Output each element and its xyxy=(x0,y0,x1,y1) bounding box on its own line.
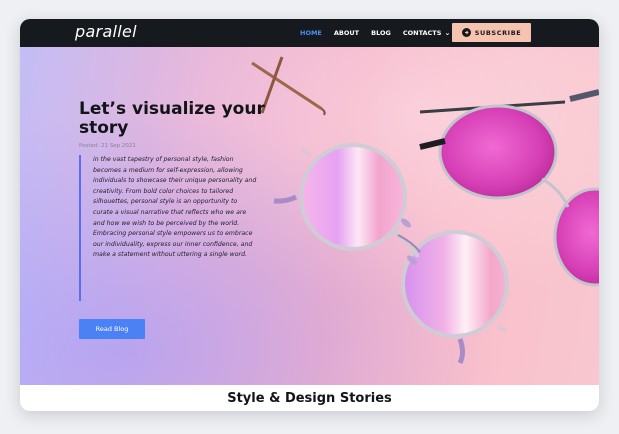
hero-quote: in the vast tapestry of personal style, … xyxy=(79,155,259,301)
nav-link-contacts-label: CONTACTS xyxy=(402,29,442,37)
subscribe-label: SUBSCRIBE xyxy=(474,28,522,37)
post-date: Posted: 21 Sep 2021 xyxy=(79,143,136,149)
hero-title: Let’s visualize your story xyxy=(79,99,265,138)
hero-quote-text: in the vast tapestry of personal style, … xyxy=(93,156,257,259)
subscribe-button[interactable]: SUBSCRIBE xyxy=(452,23,531,42)
top-navbar: parallel HOME ABOUT BLOG CONTACTS ⌄ SUBSC… xyxy=(20,19,599,47)
chevron-down-icon: ⌄ xyxy=(444,29,451,37)
arrow-right-icon xyxy=(461,28,471,37)
nav-link-home[interactable]: HOME xyxy=(300,29,322,37)
nav-links: HOME ABOUT BLOG CONTACTS ⌄ xyxy=(300,19,462,47)
nav-link-blog[interactable]: BLOG xyxy=(371,29,391,37)
nav-link-contacts[interactable]: CONTACTS ⌄ xyxy=(403,29,450,37)
read-blog-button[interactable]: Read Blog xyxy=(79,319,145,339)
hero-section: Let’s visualize your story Posted: 21 Se… xyxy=(20,47,599,385)
nav-link-about[interactable]: ABOUT xyxy=(334,29,359,37)
site-logo[interactable]: parallel xyxy=(75,22,137,41)
section-title: Style & Design Stories xyxy=(227,390,392,406)
browser-frame: parallel HOME ABOUT BLOG CONTACTS ⌄ SUBSC… xyxy=(20,19,599,411)
